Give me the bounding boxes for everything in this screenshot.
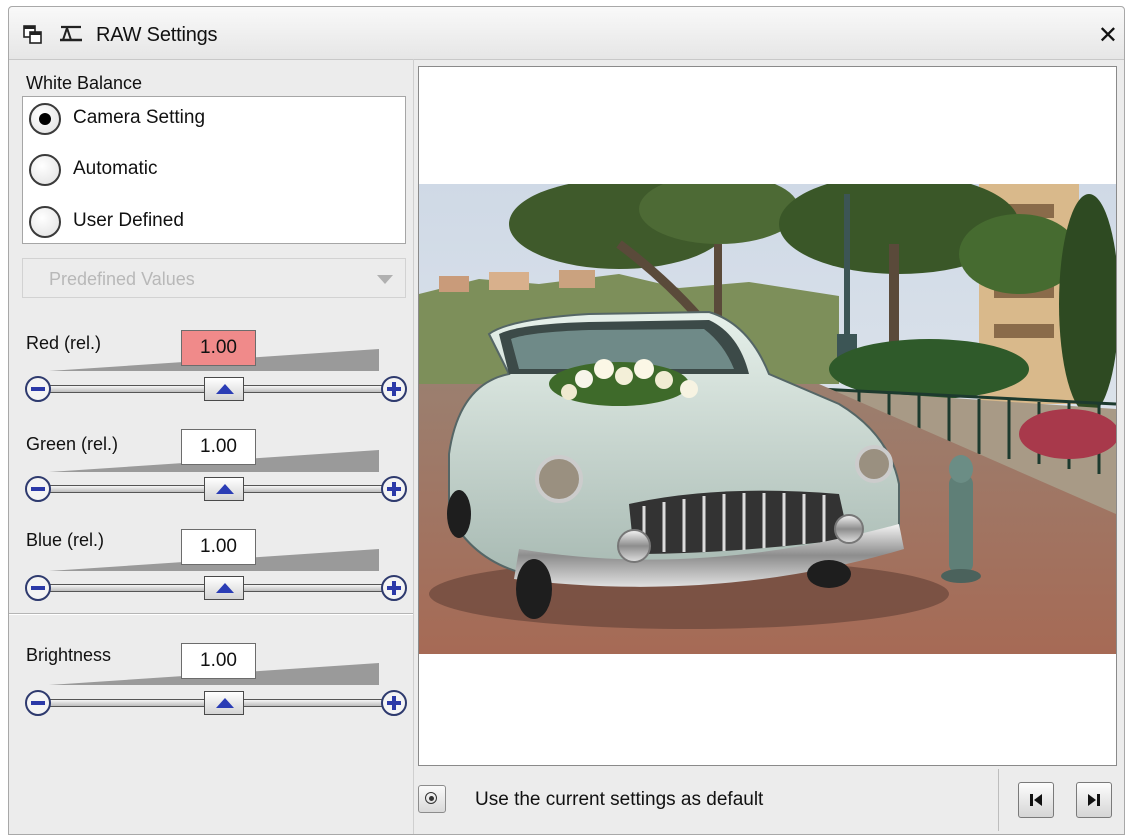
minus-icon[interactable] (25, 376, 51, 402)
predefined-values-dropdown[interactable]: Predefined Values (22, 258, 406, 298)
title-bar[interactable]: RAW Settings ✕ (9, 7, 1124, 60)
close-icon[interactable]: ✕ (1098, 21, 1118, 49)
green-slider[interactable] (25, 476, 407, 504)
preview-area (418, 66, 1117, 766)
green-value-field[interactable]: 1.00 (181, 429, 256, 465)
white-balance-group: Camera Setting Automatic User Defined (22, 96, 406, 244)
section-divider (9, 613, 413, 615)
radio-label: Automatic (73, 158, 158, 179)
blue-label: Blue (rel.) (26, 530, 105, 550)
radio-label: Camera Setting (73, 107, 206, 128)
brightness-value-field[interactable]: 1.00 (181, 643, 256, 679)
radio-label: User Defined (73, 210, 184, 231)
window-title: RAW Settings (96, 24, 218, 46)
radio-button[interactable] (29, 103, 61, 135)
footer-divider (998, 769, 999, 831)
predefined-values-label: Predefined Values (49, 269, 195, 289)
settings-panel: White Balance Camera Setting Automatic U… (9, 59, 413, 834)
blue-slider[interactable] (25, 575, 407, 603)
red-value-field[interactable]: 1.00 (181, 330, 256, 366)
plus-icon[interactable] (381, 690, 407, 716)
set-default-button[interactable] (418, 785, 446, 813)
plus-icon[interactable] (381, 476, 407, 502)
radio-button[interactable] (29, 154, 61, 186)
footer-bar: Use the current settings as default (418, 769, 1118, 831)
plus-icon[interactable] (381, 376, 407, 402)
restore-window-icon[interactable] (23, 25, 43, 45)
chevron-down-icon (377, 275, 393, 284)
pin-icon[interactable] (59, 25, 83, 43)
minus-icon[interactable] (25, 690, 51, 716)
minus-icon[interactable] (25, 476, 51, 502)
slider-thumb[interactable] (204, 576, 244, 600)
slider-thumb[interactable] (204, 691, 244, 715)
slider-thumb[interactable] (204, 477, 244, 501)
radio-camera-setting[interactable]: Camera Setting (29, 101, 389, 141)
set-default-label: Use the current settings as default (475, 789, 764, 810)
blue-value-field[interactable]: 1.00 (181, 529, 256, 565)
first-frame-icon[interactable] (1018, 782, 1054, 818)
radio-button[interactable] (29, 206, 61, 238)
raw-settings-window: RAW Settings ✕ White Balance Camera Sett… (8, 6, 1125, 835)
brightness-slider[interactable] (25, 690, 407, 718)
radio-user-defined[interactable]: User Defined (29, 204, 389, 244)
panel-divider (413, 59, 414, 834)
radio-automatic[interactable]: Automatic (29, 152, 389, 192)
plus-icon[interactable] (381, 575, 407, 601)
white-balance-label: White Balance (26, 73, 143, 93)
red-slider[interactable] (25, 376, 407, 404)
slider-thumb[interactable] (204, 377, 244, 401)
preview-image (419, 184, 1116, 654)
last-frame-icon[interactable] (1076, 782, 1112, 818)
minus-icon[interactable] (25, 575, 51, 601)
